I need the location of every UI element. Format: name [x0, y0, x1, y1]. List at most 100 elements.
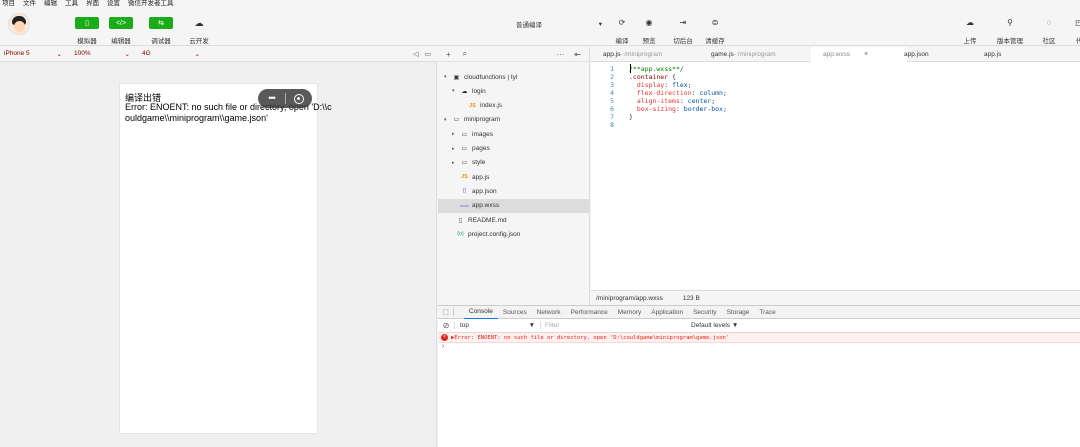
code-line: 6 box-sizing: border-box; [591, 105, 1080, 113]
tree-item[interactable]: ▾ ▭ miniprogram [438, 113, 589, 127]
devtools-tab[interactable]: Application [646, 309, 688, 316]
code-token: ; [687, 81, 692, 89]
console-error-line[interactable]: × ▶Error: ENOENT: no such file or direct… [438, 333, 1080, 343]
devtools-tab[interactable]: Storage [722, 309, 755, 316]
tree-item[interactable]: ▸ ▭ style [438, 156, 589, 170]
more-icon[interactable]: ··· [556, 50, 564, 59]
tab-path: - /miniprogram [620, 51, 663, 58]
close-circle-icon[interactable] [294, 93, 304, 104]
filter-input[interactable]: Filter [541, 322, 691, 329]
split-icon[interactable]: ⇤ [574, 50, 581, 59]
menu-item[interactable]: 微信开发者工具 [128, 0, 174, 8]
code-token: flex-direction [629, 89, 692, 97]
menu-item[interactable]: 工具 [65, 0, 78, 8]
menu-item[interactable]: 项目 [2, 0, 15, 8]
action-label: 预览 [642, 38, 656, 45]
phone-screen: 编译出错 Error: ENOENT: no such file or dire… [119, 83, 332, 434]
right-action-button-3[interactable]: ◌ 社区 [1034, 17, 1064, 45]
menu-item[interactable]: 设置 [107, 0, 120, 8]
menu-bar: 项目 文件 编辑 工具 界面 设置 微信开发者工具 [0, 0, 1080, 8]
capsule-menu: ••• [258, 89, 312, 108]
mode-button-3[interactable]: ⇆ 调试器 [147, 17, 175, 45]
tab-name: app.js [603, 51, 621, 58]
close-icon[interactable]: × [864, 51, 868, 58]
menu-item[interactable]: 界面 [86, 0, 99, 8]
device-select[interactable]: iPhone 5 ⌄ [4, 50, 62, 58]
volume-icon[interactable]: ◁ [413, 50, 418, 58]
devtools-tab[interactable]: Trace [754, 309, 780, 316]
devtools-tab[interactable]: Security [688, 309, 721, 316]
zoom-value: 100% [74, 50, 91, 57]
zoom-select[interactable]: 100% ⌄ [74, 50, 130, 58]
tree-item[interactable]: ▾ ▣ cloudfunctions | tyl [438, 70, 589, 84]
clear-console-icon[interactable]: ⊘ [438, 321, 454, 330]
tree-item[interactable]: JS index.js [438, 99, 589, 113]
editor-tabs: app.js - /miniprogram game.js - /miniprog… [591, 47, 1080, 62]
editor-tab[interactable]: app.wxss × [811, 47, 907, 62]
line-number: 3 [610, 81, 614, 89]
editor-tab[interactable]: game.js - /miniprogram [711, 47, 776, 62]
device-bar: iPhone 5 ⌄ 100% ⌄ 4G ⌄ ◁ ▭ [0, 47, 437, 62]
context-select[interactable]: top ▼ [454, 322, 541, 329]
more-icon[interactable]: ••• [258, 89, 285, 108]
compile-mode-select[interactable]: 普通编译 ▾ [513, 18, 605, 29]
editor-tab[interactable]: app.js - /miniprogram [603, 47, 662, 62]
devtools-tab[interactable]: Console [464, 306, 498, 319]
add-icon[interactable]: + [446, 50, 451, 59]
tree-item[interactable]: ▾ ☁ login [438, 84, 589, 98]
line-number: 2 [610, 73, 614, 81]
menu-item[interactable]: 编辑 [44, 0, 57, 8]
tree-item[interactable]: ▯ README.md [438, 213, 589, 227]
tree-item[interactable]: {} app.json [438, 184, 589, 198]
editor-tab[interactable]: app.js [984, 47, 1001, 62]
code-token: flex [672, 81, 688, 89]
devtools-tab[interactable]: Sources [498, 309, 532, 316]
levels-select[interactable]: Default levels ▼ [691, 322, 738, 329]
right-action-button-2[interactable]: ⚲ 版本管理 [995, 17, 1025, 45]
action-button-4[interactable]: ⊜ 清缓存 [700, 17, 730, 45]
file-path: /miniprogram/app.wxss [596, 294, 663, 302]
tree-item-label: app.js [472, 173, 490, 181]
tree-item[interactable]: {o} project.config.json [438, 227, 589, 241]
code-token: display [629, 81, 665, 89]
action-button-3[interactable]: ⇥ 切后台 [668, 17, 698, 45]
mode-label: 云开发 [189, 38, 209, 45]
inspect-icon[interactable]: ⬚ [438, 308, 454, 316]
console-prompt[interactable]: › [438, 343, 1080, 353]
tree-item[interactable]: wxss app.wxss [438, 198, 589, 213]
simulator-area: 编译出错 Error: ENOENT: no such file or dire… [0, 62, 437, 447]
console-filter-bar: ⊘ top ▼ Filter Default levels ▼ [438, 319, 1080, 333]
json-file-icon: {} [462, 188, 467, 195]
action-button-2[interactable]: ◉ 预览 [634, 17, 664, 45]
chevron-down-icon: ⌄ [124, 51, 130, 58]
devtools-panel: ⬚ Console Sources Network Performance Memory… [438, 305, 1080, 447]
action-button-1[interactable]: ⟳ 编译 [607, 17, 637, 45]
search-icon[interactable]: ⌕ [463, 49, 467, 59]
chevron-icon: ▾ [452, 88, 455, 95]
code-editor[interactable]: 1 /**app.wxss**/ 2 .container {3 display: f… [591, 62, 1080, 290]
right-action-button-4[interactable]: ◰ 代 [1064, 17, 1080, 45]
mode-button-2[interactable]: </> 编辑器 [107, 17, 135, 45]
editor-tab[interactable]: app.json [904, 47, 929, 62]
menu-item[interactable]: 文件 [23, 0, 36, 8]
right-action-label: 代 [1075, 38, 1080, 45]
devtools-tab[interactable]: Memory [613, 309, 646, 316]
chevron-down-icon: ⌄ [56, 51, 62, 58]
window-icon[interactable]: ▭ [424, 50, 431, 58]
code-line: 8 [591, 121, 1080, 129]
devtools-tab[interactable]: Performance [566, 309, 613, 316]
tree-item[interactable]: ▸ ▭ pages [438, 142, 589, 156]
right-action-icon: ◰ [1075, 18, 1080, 27]
network-select[interactable]: 4G ⌄ [142, 50, 200, 58]
user-avatar[interactable] [8, 13, 30, 35]
mode-button-1[interactable]: ▯ 模拟器 [73, 17, 101, 45]
code-line: 4 flex-direction: column; [591, 89, 1080, 97]
tree-item[interactable]: ▸ ▭ images [438, 127, 589, 141]
mode-button-4[interactable]: ☁ 云开发 [185, 17, 213, 46]
tree-item[interactable]: JS app.js [438, 170, 589, 184]
devtools-tab[interactable]: Network [532, 309, 566, 316]
mode-label: 调试器 [151, 38, 171, 45]
right-action-button-1[interactable]: ☁ 上传 [955, 17, 985, 45]
code-token: } [629, 113, 633, 121]
code-token: align-items [629, 97, 680, 105]
